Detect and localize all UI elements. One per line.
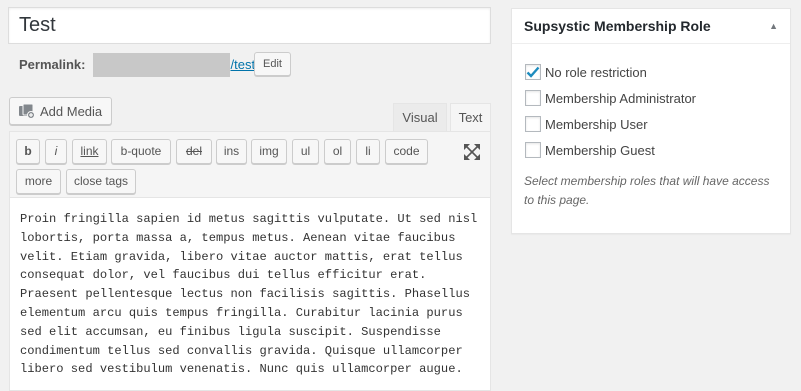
post-title-input[interactable]: Test: [8, 7, 491, 44]
permalink-label: Permalink:: [19, 57, 86, 72]
permalink-redacted: [93, 53, 231, 77]
checkbox[interactable]: [525, 90, 541, 106]
tab-text[interactable]: Text: [450, 103, 491, 131]
ul-button[interactable]: ul: [292, 139, 319, 164]
ol-button[interactable]: ol: [324, 139, 351, 164]
del-button[interactable]: del: [176, 139, 212, 164]
img-button[interactable]: img: [251, 139, 287, 164]
quicktags-toolbar: b i link b-quote del ins img ul ol li co…: [10, 132, 490, 198]
blockquote-button[interactable]: b-quote: [111, 139, 171, 164]
editor-content[interactable]: Proin fringilla sapien id metus sagittis…: [20, 210, 484, 379]
permalink-row: Permalink: /test/: [19, 53, 259, 77]
edit-permalink-button[interactable]: Edit: [254, 52, 291, 76]
checkbox[interactable]: [525, 116, 541, 132]
link-button[interactable]: link: [72, 139, 107, 164]
media-icon: [19, 103, 35, 119]
close-tags-button[interactable]: close tags: [66, 169, 136, 194]
role-label: Membership Administrator: [545, 90, 696, 106]
more-button[interactable]: more: [16, 169, 61, 194]
role-options: No role restriction Membership Administr…: [525, 59, 696, 163]
ins-button[interactable]: ins: [216, 139, 247, 164]
add-media-button[interactable]: Add Media: [9, 97, 112, 125]
role-option-guest[interactable]: Membership Guest: [525, 137, 696, 163]
role-label: No role restriction: [545, 64, 647, 80]
panel-description: Select membership roles that will have a…: [524, 174, 770, 207]
panel-title: Supsystic Membership Role: [524, 18, 711, 34]
text-editor: b i link b-quote del ins img ul ol li co…: [9, 131, 491, 391]
tab-visual[interactable]: Visual: [393, 103, 447, 131]
li-button[interactable]: li: [356, 139, 380, 164]
fullscreen-icon[interactable]: [462, 142, 482, 162]
role-label: Membership User: [545, 116, 648, 132]
role-label: Membership Guest: [545, 142, 655, 158]
add-media-label: Add Media: [40, 103, 103, 119]
role-option-administrator[interactable]: Membership Administrator: [525, 85, 696, 111]
panel-header[interactable]: Supsystic Membership Role ▲: [512, 9, 790, 44]
role-option-user[interactable]: Membership User: [525, 111, 696, 137]
triangle-up-icon[interactable]: ▲: [769, 21, 778, 31]
italic-button[interactable]: i: [45, 139, 67, 164]
checkbox-checked[interactable]: [525, 64, 541, 80]
check-icon: [526, 66, 540, 78]
membership-role-panel: Supsystic Membership Role ▲ No role rest…: [511, 8, 791, 234]
role-option-no-restriction[interactable]: No role restriction: [525, 59, 696, 85]
code-button[interactable]: code: [385, 139, 428, 164]
bold-button[interactable]: b: [16, 139, 40, 164]
checkbox[interactable]: [525, 142, 541, 158]
